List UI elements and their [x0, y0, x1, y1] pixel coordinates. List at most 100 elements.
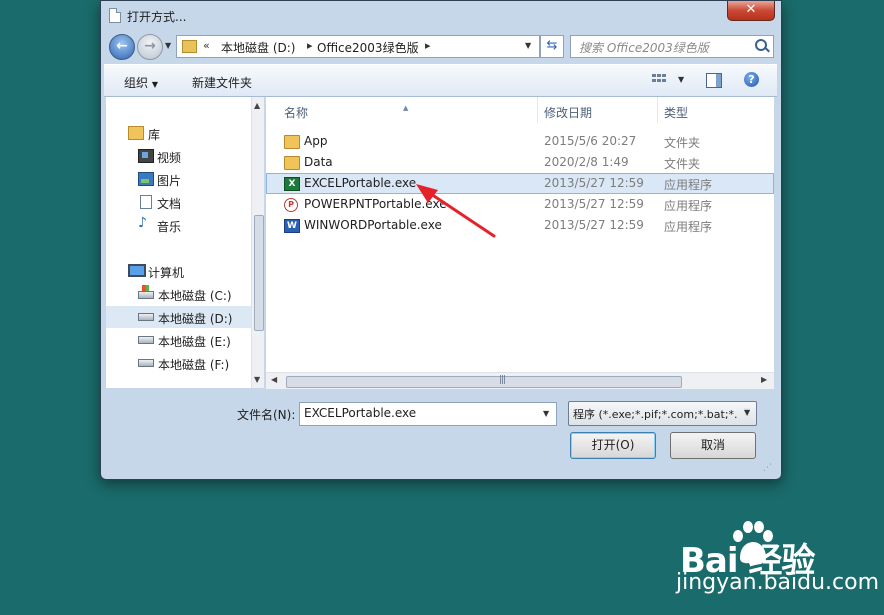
search-placeholder: 搜索 Office2003绿色版 — [579, 41, 709, 55]
nav-item-music[interactable]: ♪ 音乐 — [106, 214, 251, 236]
file-type-filter[interactable]: 程序 (*.exe;*.pif;*.com;*.bat;*. ▼ — [568, 401, 757, 426]
scroll-down-icon[interactable]: ▼ — [254, 375, 260, 384]
file-row-excel[interactable]: X EXCELPortable.exe 2013/5/27 12:59 应用程序 — [266, 173, 774, 194]
nav-item-drive-f[interactable]: 本地磁盘 (F:) — [106, 352, 251, 374]
powerpoint-icon: P — [284, 198, 298, 212]
file-row-powerpoint[interactable]: P POWERPNTPortable.exe 2013/5/27 12:59 应… — [266, 194, 774, 215]
breadcrumb-separator[interactable]: ▸ — [425, 39, 431, 52]
word-icon: W — [284, 219, 300, 233]
organize-menu[interactable]: 组织 ▼ — [124, 74, 158, 91]
scroll-left-icon[interactable]: ◀ — [271, 375, 277, 384]
file-row-data[interactable]: Data 2020/2/8 1:49 文件夹 — [266, 152, 774, 173]
picture-icon — [138, 172, 154, 186]
nav-label: 库 — [148, 128, 161, 142]
music-icon: ♪ — [138, 215, 147, 231]
command-toolbar: 组织 ▼ 新建文件夹 ▼ ? — [104, 64, 777, 97]
scroll-right-icon[interactable]: ▶ — [761, 375, 767, 384]
column-type[interactable]: 类型 — [664, 104, 688, 121]
nav-item-drive-e[interactable]: 本地磁盘 (E:) — [106, 329, 251, 351]
view-dropdown-icon[interactable]: ▼ — [678, 75, 684, 84]
nav-label: 本地磁盘 (E:) — [158, 335, 231, 349]
column-header-row: ▲ 名称 修改日期 类型 — [266, 97, 774, 123]
address-dropdown-icon[interactable]: ▼ — [525, 41, 531, 50]
open-with-dialog: 打开方式... ✕ ← → ▼ « 本地磁盘 (D:) ▸ Office2003… — [100, 0, 782, 480]
scroll-thumb[interactable] — [254, 215, 264, 331]
horizontal-scrollbar[interactable]: ◀ ||| ▶ — [266, 372, 774, 389]
document-icon — [109, 8, 121, 23]
nav-label: 视频 — [157, 151, 182, 165]
nav-label: 文档 — [157, 197, 182, 211]
file-type: 应用程序 — [664, 178, 713, 192]
nav-item-video[interactable]: 视频 — [106, 145, 251, 167]
watermark-url: jingyan.baidu.com — [676, 570, 880, 595]
overflow-chevron[interactable]: « — [203, 39, 210, 52]
chevron-down-icon: ▼ — [151, 80, 158, 89]
file-row-word[interactable]: W WINWORDPortable.exe 2013/5/27 12:59 应用… — [266, 215, 774, 236]
breadcrumb-separator[interactable]: ▸ — [307, 39, 313, 52]
nav-item-drive-c[interactable]: 本地磁盘 (C:) — [106, 283, 251, 305]
file-type: 应用程序 — [664, 199, 713, 213]
file-date: 2015/5/6 20:27 — [544, 134, 637, 148]
excel-icon: X — [284, 177, 300, 191]
nav-item-computer[interactable]: 计算机 — [106, 260, 251, 282]
column-divider[interactable] — [657, 97, 658, 123]
breadcrumb-drive-d[interactable]: 本地磁盘 (D:) — [221, 39, 295, 56]
folder-icon — [284, 156, 300, 170]
new-folder-button[interactable]: 新建文件夹 — [192, 74, 252, 91]
file-type: 应用程序 — [664, 220, 713, 234]
search-input[interactable]: 搜索 Office2003绿色版 — [570, 35, 774, 58]
cancel-button[interactable]: 取消 — [670, 432, 756, 459]
forward-button[interactable]: → — [137, 34, 163, 60]
chevron-down-icon[interactable]: ▼ — [744, 408, 751, 417]
column-name[interactable]: 名称 — [284, 104, 308, 121]
library-icon — [128, 126, 144, 140]
resize-grip-icon[interactable]: ⋰ — [763, 463, 772, 473]
nav-item-library[interactable]: 库 — [106, 122, 251, 144]
breadcrumb-office-folder[interactable]: Office2003绿色版 — [317, 39, 419, 56]
filename-field[interactable]: EXCELPortable.exe ▼ — [299, 402, 557, 426]
file-type: 文件夹 — [664, 157, 701, 171]
nav-label: 本地磁盘 (D:) — [158, 312, 233, 326]
chevron-down-icon[interactable]: ▼ — [543, 409, 549, 418]
nav-label: 本地磁盘 (F:) — [158, 358, 230, 372]
file-date: 2020/2/8 1:49 — [544, 155, 629, 169]
search-icon[interactable] — [755, 39, 767, 51]
video-icon — [138, 149, 154, 163]
column-divider[interactable] — [537, 97, 538, 123]
column-modified[interactable]: 修改日期 — [544, 104, 592, 121]
nav-item-pictures[interactable]: 图片 — [106, 168, 251, 190]
file-date: 2013/5/27 12:59 — [544, 197, 644, 211]
nav-label: 本地磁盘 (C:) — [158, 289, 232, 303]
folder-icon — [284, 135, 300, 149]
grip-icon: ||| — [499, 375, 506, 385]
drive-icon — [138, 359, 154, 367]
address-bar[interactable]: « 本地磁盘 (D:) ▸ Office2003绿色版 ▸ ▼ — [176, 35, 540, 58]
help-icon[interactable]: ? — [744, 72, 759, 87]
scroll-up-icon[interactable]: ▲ — [254, 101, 260, 110]
title-bar[interactable]: 打开方式... ✕ — [101, 1, 781, 31]
drive-icon — [138, 336, 154, 344]
file-date: 2013/5/27 12:59 — [544, 218, 644, 232]
nav-scrollbar[interactable]: ▲ ▼ — [251, 97, 264, 388]
file-name: App — [304, 134, 328, 148]
file-name: POWERPNTPortable.exe — [304, 197, 447, 211]
nav-item-drive-d[interactable]: 本地磁盘 (D:) — [106, 306, 251, 328]
recent-pages-chevron-icon[interactable]: ▼ — [165, 41, 171, 50]
sort-ascending-icon: ▲ — [403, 104, 409, 112]
filename-label: 文件名(N): — [237, 408, 296, 422]
close-button[interactable]: ✕ — [727, 1, 775, 21]
nav-label: 音乐 — [157, 220, 182, 234]
open-button[interactable]: 打开(O) — [570, 432, 656, 459]
file-name: WINWORDPortable.exe — [304, 218, 442, 232]
refresh-button[interactable]: ⇆ — [540, 35, 564, 58]
computer-icon — [128, 264, 146, 277]
navigation-pane: 库 视频 图片 文档 ♪ 音乐 计算机 本地磁盘 (C:) 本地磁盘 (D:) — [106, 97, 264, 388]
view-options-icon[interactable] — [652, 74, 666, 86]
scroll-thumb[interactable]: ||| — [286, 375, 682, 388]
file-date: 2013/5/27 12:59 — [544, 176, 644, 190]
file-type: 文件夹 — [664, 136, 701, 150]
preview-pane-icon[interactable] — [706, 73, 722, 88]
nav-item-documents[interactable]: 文档 — [106, 191, 251, 213]
file-row-app[interactable]: App 2015/5/6 20:27 文件夹 — [266, 131, 774, 152]
back-button[interactable]: ← — [109, 34, 135, 60]
